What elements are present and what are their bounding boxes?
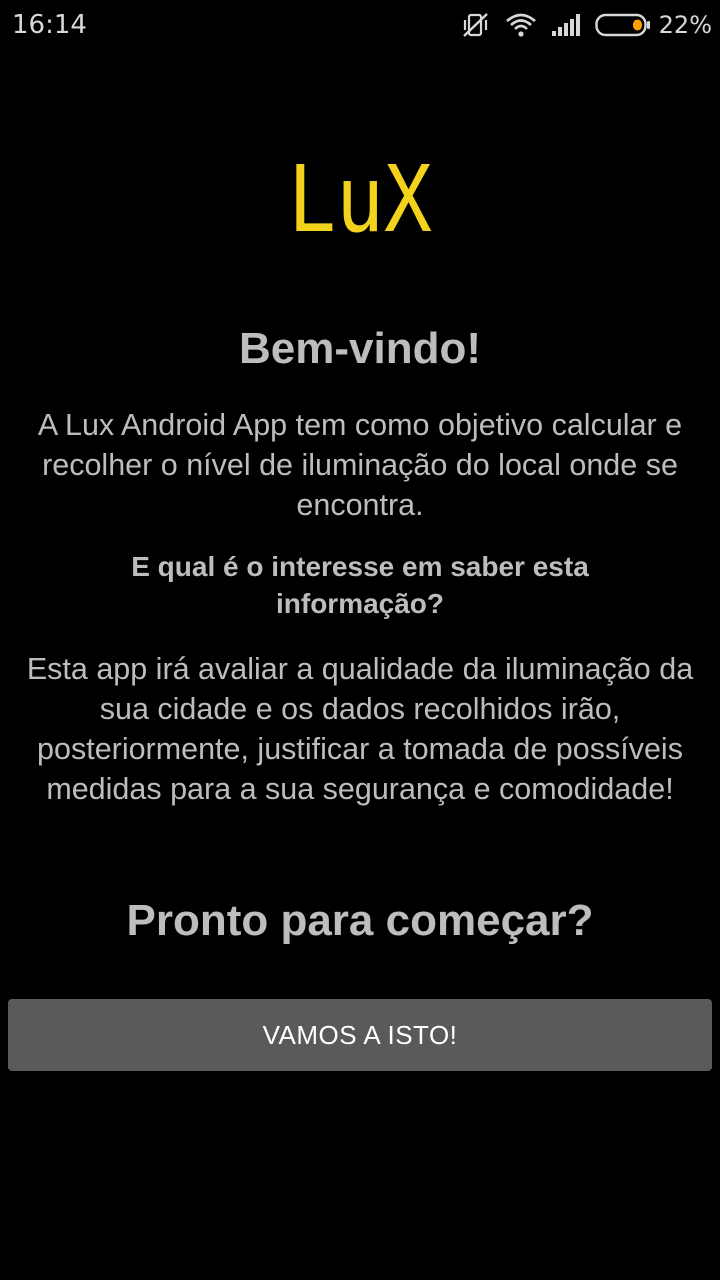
intro-text: A Lux Android App tem como objetivo calc…	[37, 408, 683, 522]
welcome-title: Bem-vindo!	[239, 324, 481, 373]
status-bar: 16:14 22%	[0, 0, 720, 50]
ready-title: Pronto para começar?	[126, 896, 594, 945]
lux-logo: LuX	[288, 146, 432, 240]
start-button[interactable]: VAMOS A ISTO!	[8, 999, 712, 1071]
wifi-icon	[505, 12, 537, 38]
answer-text: Esta app irá avaliar a qualidade da ilum…	[26, 652, 694, 806]
signal-icon	[551, 13, 581, 37]
battery-icon	[594, 13, 651, 37]
status-icons: 22%	[461, 10, 712, 40]
lux-logo-text: LuX	[288, 146, 432, 240]
battery-percent: 22%	[658, 11, 712, 39]
start-button-label: VAMOS A ISTO!	[262, 1019, 458, 1050]
status-time: 16:14	[12, 10, 87, 40]
vibrate-off-icon	[461, 11, 491, 39]
question-text: E qual é o interesse em saber esta infor…	[131, 551, 589, 619]
